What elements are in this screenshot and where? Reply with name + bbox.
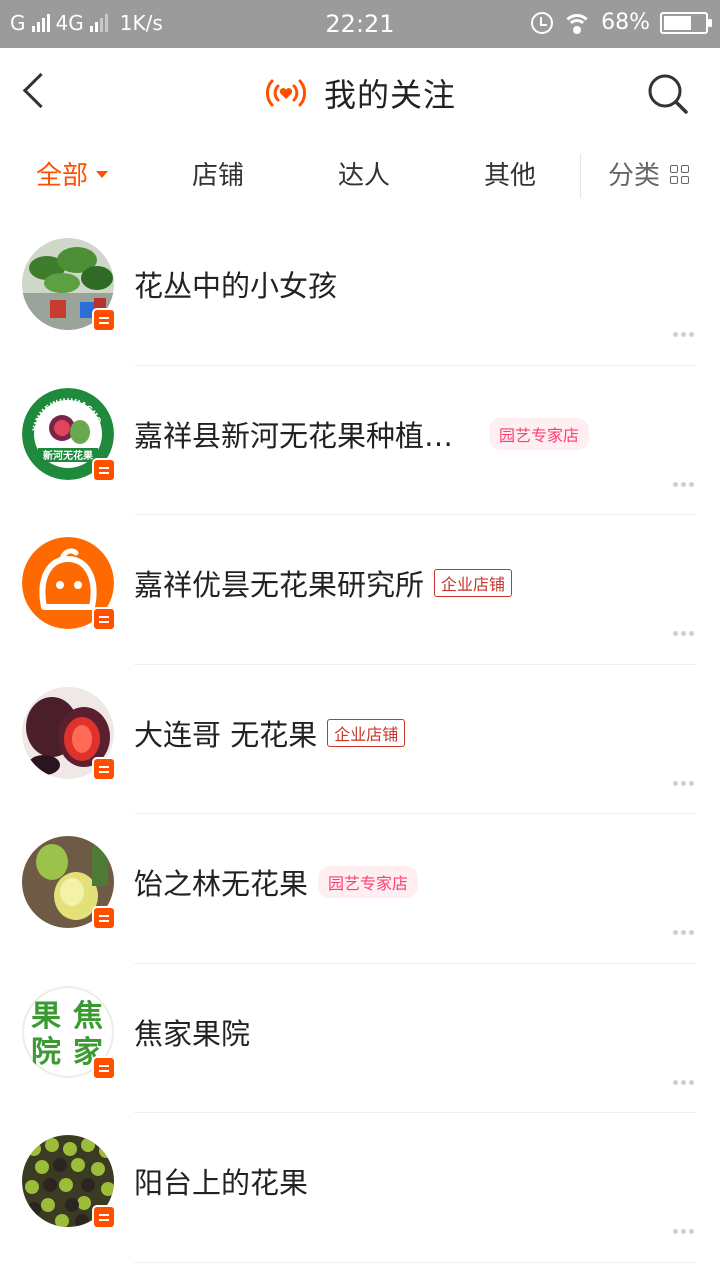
battery-percent: 68%	[601, 10, 650, 35]
alarm-icon	[531, 11, 554, 34]
grid-icon	[670, 165, 690, 184]
follow-name: 阳台上的花果	[134, 1166, 309, 1200]
tab-others-label: 其他	[484, 161, 537, 191]
avatar-char: 焦	[73, 999, 103, 1034]
shop-badge-icon	[92, 756, 116, 781]
tab-others[interactable]: 其他	[484, 158, 536, 194]
name-line: 阳台上的花果	[134, 1161, 308, 1201]
more-icon[interactable]	[673, 780, 694, 786]
list-item[interactable]: XINHEWUHUAGUO 新河无花果 嘉祥县新河无花果种植… 园艺专家店	[0, 366, 720, 515]
more-icon[interactable]	[673, 631, 694, 636]
tag-garden-expert: 园艺专家店	[318, 866, 419, 898]
tab-category-label: 分类	[608, 161, 661, 191]
tab-shops-label: 店铺	[192, 161, 245, 191]
more-icon[interactable]	[673, 481, 694, 487]
broadcast-heart-icon	[265, 79, 307, 107]
name-line: 大连哥 无花果 企业店铺	[134, 713, 406, 753]
follow-name: 花丛中的小女孩	[134, 269, 338, 303]
tag-enterprise-shop: 企业店铺	[434, 569, 513, 597]
list-item[interactable]: 大连哥 无花果 企业店铺	[0, 665, 720, 814]
shop-badge-icon	[92, 906, 116, 930]
nav-header: 我的关注	[0, 48, 720, 136]
more-icon[interactable]	[673, 1229, 694, 1234]
name-line: 饴之林无花果 园艺专家店	[134, 862, 419, 902]
filter-tabs: 全部 店铺 达人 其他 分类	[0, 136, 720, 216]
name-line: 焦家果院	[134, 1012, 250, 1052]
wifi-icon	[563, 12, 592, 34]
name-line: 嘉祥优昙无花果研究所 企业店铺	[134, 563, 513, 603]
search-icon[interactable]	[646, 72, 690, 116]
list-item[interactable]: 阳台上的花果	[0, 1113, 720, 1263]
avatar-char: 果	[31, 999, 61, 1034]
avatar-char: 院	[31, 1035, 61, 1070]
title-area: 我的关注	[0, 70, 720, 116]
more-icon[interactable]	[673, 930, 694, 935]
follow-list: 花丛中的小女孩 XINHEWUHUAGUO 新河无花果 嘉祥县新河无花果种植… …	[0, 216, 720, 1263]
more-icon[interactable]	[673, 1079, 694, 1085]
divider	[134, 1261, 696, 1263]
tab-experts-label: 达人	[338, 161, 391, 191]
tab-experts[interactable]: 达人	[338, 158, 390, 194]
follow-name: 大连哥 无花果	[134, 717, 318, 752]
list-item[interactable]: 嘉祥优昙无花果研究所 企业店铺	[0, 515, 720, 665]
tab-category[interactable]: 分类	[608, 158, 690, 194]
name-line: 花丛中的小女孩	[134, 264, 337, 304]
shop-badge-icon	[92, 457, 116, 482]
shop-badge-icon	[92, 607, 116, 631]
follow-name: 嘉祥优昙无花果研究所	[134, 568, 425, 602]
caret-down-icon	[96, 171, 109, 178]
follow-name: 饴之林无花果	[134, 867, 309, 901]
shop-badge-icon	[92, 1205, 116, 1229]
battery-fill	[664, 15, 692, 30]
list-item[interactable]: 花丛中的小女孩	[0, 216, 720, 366]
status-bar: G 4G 1K/s 22:21 68%	[0, 0, 720, 48]
tab-divider	[580, 154, 581, 198]
shop-badge-icon	[92, 308, 116, 332]
avatar-bottom-text: 新河无花果	[43, 449, 94, 462]
tab-shops[interactable]: 店铺	[192, 158, 244, 194]
status-right: 68%	[531, 10, 712, 35]
battery-icon	[660, 11, 712, 34]
follow-name: 焦家果院	[134, 1016, 251, 1051]
tag-garden-expert: 园艺专家店	[489, 417, 590, 450]
list-item[interactable]: 饴之林无花果 园艺专家店	[0, 814, 720, 964]
tab-all-label: 全部	[36, 161, 89, 191]
shop-badge-icon	[92, 1055, 116, 1080]
follow-name: 嘉祥县新河无花果种植…	[134, 418, 454, 453]
name-line: 嘉祥县新河无花果种植… 园艺专家店	[134, 414, 590, 454]
list-item[interactable]: 果 焦 院 家 焦家果院	[0, 964, 720, 1113]
page-title: 我的关注	[323, 76, 456, 114]
more-icon[interactable]	[673, 332, 694, 337]
tab-all[interactable]: 全部	[36, 158, 109, 194]
tag-enterprise-shop: 企业店铺	[327, 718, 406, 747]
